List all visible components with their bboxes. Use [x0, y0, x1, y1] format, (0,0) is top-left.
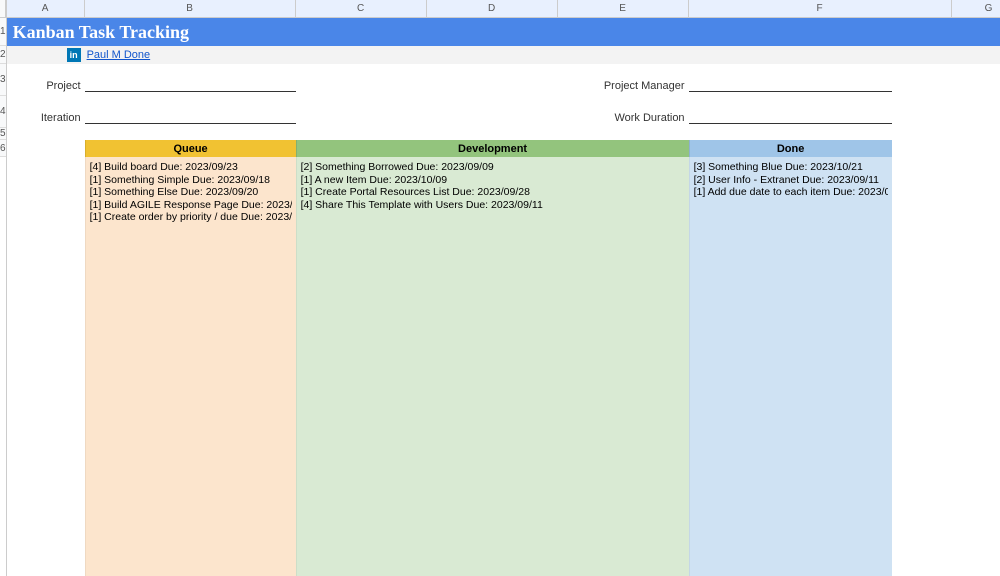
queue-header[interactable]: Queue [85, 140, 296, 157]
development-column[interactable]: [2] Something Borrowed Due: 2023/09/09[1… [296, 157, 689, 576]
sheet-title: Kanban Task Tracking [13, 22, 189, 43]
kanban-item[interactable]: [1] Create order by priority / due Due: … [90, 211, 292, 224]
row-header-5[interactable]: 5 [0, 128, 6, 140]
column-header-f[interactable]: F [689, 0, 952, 18]
kanban-item[interactable]: [3] Something Blue Due: 2023/10/21 [694, 161, 888, 174]
kanban-item[interactable]: [2] Something Borrowed Due: 2023/09/09 [301, 161, 685, 174]
column-header-d[interactable]: D [427, 0, 558, 18]
kanban-item[interactable]: [1] Something Simple Due: 2023/09/18 [90, 174, 292, 187]
kanban-item[interactable]: [2] User Info - Extranet Due: 2023/09/11 [694, 174, 888, 187]
column-headers: ABCDEFG [7, 0, 1000, 18]
row-header-2[interactable]: 2 [0, 46, 6, 64]
meta-row-2: Iteration Work Duration [7, 96, 1000, 128]
pm-label: Project Manager [558, 80, 689, 92]
project-label: Project [7, 80, 85, 92]
done-header[interactable]: Done [689, 140, 892, 157]
row-header-6[interactable]: 6 [0, 140, 6, 157]
author-row: in Paul M Done [7, 46, 1000, 64]
sheet-content: ABCDEFG Kanban Task Tracking in Paul M D… [7, 0, 1000, 576]
row-header-3[interactable]: 3 [0, 64, 6, 96]
column-header-e[interactable]: E [558, 0, 689, 18]
duration-input[interactable] [689, 110, 892, 124]
project-input[interactable] [85, 78, 296, 92]
kanban-item[interactable]: [4] Share This Template with Users Due: … [301, 199, 685, 212]
spreadsheet: 123456 ABCDEFG Kanban Task Tracking in P… [0, 0, 1000, 576]
meta-row-1: Project Project Manager [7, 64, 1000, 96]
kanban-item[interactable]: [1] Create Portal Resources List Due: 20… [301, 186, 685, 199]
pm-input[interactable] [689, 78, 892, 92]
duration-label: Work Duration [558, 112, 689, 124]
linkedin-icon: in [67, 48, 81, 62]
title-row: Kanban Task Tracking [7, 18, 1000, 46]
kanban-item[interactable]: [1] Add due date to each item Due: 2023/… [694, 186, 888, 199]
kanban-item[interactable]: [1] Something Else Due: 2023/09/20 [90, 186, 292, 199]
kanban-body: [4] Build board Due: 2023/09/23[1] Somet… [7, 157, 1000, 576]
kanban-item[interactable]: [1] A new Item Due: 2023/10/09 [301, 174, 685, 187]
author-link[interactable]: Paul M Done [87, 49, 151, 61]
queue-column[interactable]: [4] Build board Due: 2023/09/23[1] Somet… [85, 157, 296, 576]
column-header-b[interactable]: B [85, 0, 296, 18]
corner-cell[interactable] [0, 0, 6, 18]
column-header-a[interactable]: A [7, 0, 85, 18]
iteration-label: Iteration [7, 112, 85, 124]
column-header-c[interactable]: C [296, 0, 427, 18]
development-header[interactable]: Development [296, 140, 689, 157]
row-header-4[interactable]: 4 [0, 96, 6, 128]
done-column[interactable]: [3] Something Blue Due: 2023/10/21[2] Us… [689, 157, 892, 576]
kanban-headers: Queue Development Done [7, 140, 1000, 157]
kanban-item[interactable]: [4] Build board Due: 2023/09/23 [90, 161, 292, 174]
spacer-row [7, 128, 1000, 140]
kanban-item[interactable]: [1] Build AGILE Response Page Due: 2023/… [90, 199, 292, 212]
row-header-1[interactable]: 1 [0, 18, 6, 46]
iteration-input[interactable] [85, 110, 296, 124]
column-header-g[interactable]: G [952, 0, 1000, 18]
